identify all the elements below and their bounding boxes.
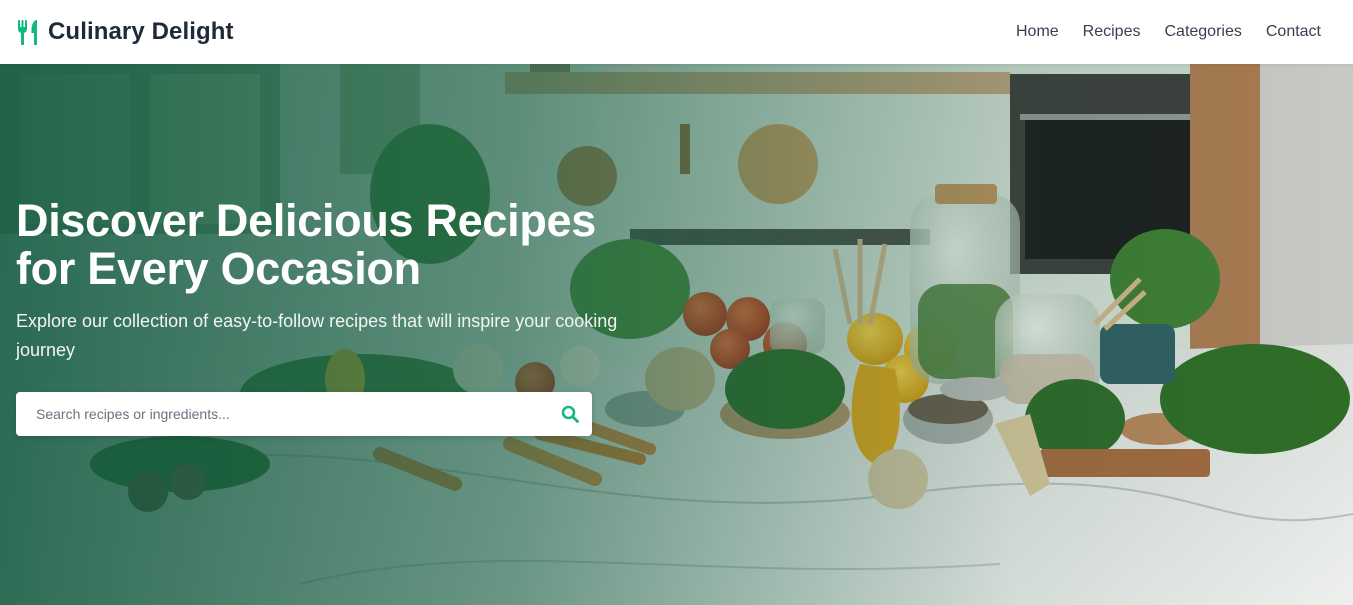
hero-title-line-2: for Every Occasion <box>16 243 421 294</box>
utensils-icon <box>16 19 40 45</box>
hero-subtitle: Explore our collection of easy-to-follow… <box>16 311 618 360</box>
hero-title-line-1: Discover Delicious Recipes <box>16 195 596 246</box>
search-icon <box>561 405 579 423</box>
nav-categories[interactable]: Categories <box>1164 23 1241 41</box>
nav-recipes[interactable]: Recipes <box>1083 23 1141 41</box>
search-input[interactable] <box>16 392 548 436</box>
search-box <box>16 392 592 436</box>
brand-name: Culinary Delight <box>48 18 234 45</box>
search-button[interactable] <box>548 392 592 436</box>
navbar: Culinary Delight Home Recipes Categories… <box>0 0 1353 64</box>
brand[interactable]: Culinary Delight <box>16 18 234 46</box>
hero-content: Discover Delicious Recipes for Every Occ… <box>16 197 636 365</box>
hero: Discover Delicious Recipes for Every Occ… <box>0 64 1353 605</box>
main-nav: Home Recipes Categories Contact <box>1016 23 1321 41</box>
nav-home[interactable]: Home <box>1016 23 1059 41</box>
hero-title: Discover Delicious Recipes for Every Occ… <box>16 197 636 293</box>
nav-contact[interactable]: Contact <box>1266 23 1321 41</box>
